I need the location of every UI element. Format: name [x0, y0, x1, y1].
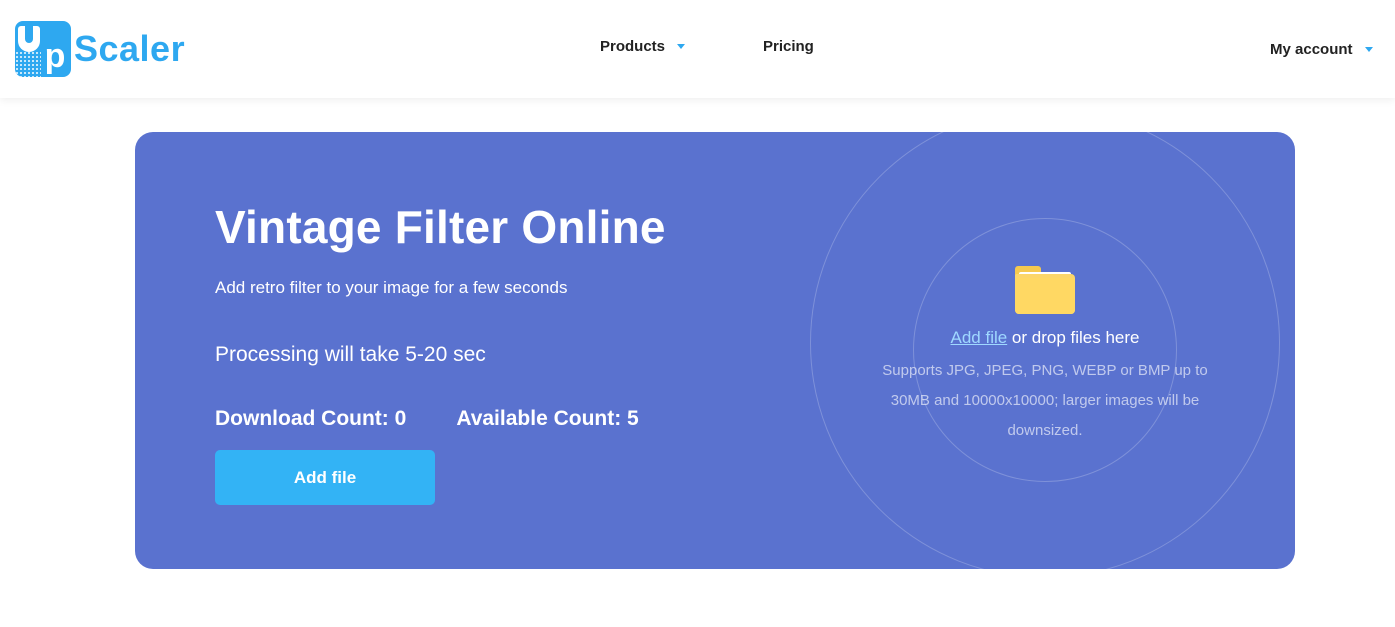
drop-files-text: or drop files here — [1007, 328, 1140, 347]
page-subtitle: Add retro filter to your image for a few… — [215, 278, 568, 297]
add-file-button[interactable]: Add file — [215, 450, 435, 505]
logo-wordmark: Scaler — [74, 28, 186, 69]
nav-pricing-link[interactable]: Pricing — [763, 38, 814, 55]
my-account-label: My account — [1270, 41, 1353, 58]
upscaler-logo[interactable]: p Scaler — [15, 21, 185, 77]
nav-products-menu[interactable]: Products — [600, 38, 686, 55]
available-count: Available Count: 5 — [456, 407, 639, 430]
hero-card: Vintage Filter Online Add retro filter t… — [135, 132, 1295, 569]
drop-instruction: Add file or drop files here — [865, 328, 1225, 348]
file-drop-zone[interactable]: Add file or drop files here Supports JPG… — [865, 266, 1225, 446]
add-file-link[interactable]: Add file — [951, 328, 1008, 347]
site-header: p Scaler Products Pricing My account — [0, 0, 1395, 98]
supported-formats-hint: Supports JPG, JPEG, PNG, WEBP or BMP up … — [882, 362, 1208, 439]
nav-products-label: Products — [600, 38, 666, 55]
chevron-down-icon — [677, 44, 686, 49]
page-title: Vintage Filter Online — [215, 201, 666, 253]
logo-badge-icon: p — [15, 21, 71, 77]
processing-time-text: Processing will take 5-20 sec — [215, 343, 486, 366]
nav-pricing-label: Pricing — [763, 38, 814, 55]
chevron-down-icon — [1364, 47, 1373, 52]
folder-icon — [1015, 266, 1075, 314]
download-count: Download Count: 0 — [215, 407, 407, 430]
usage-counts: Download Count: 0 Available Count: 5 — [215, 407, 689, 431]
my-account-menu[interactable]: My account — [1270, 41, 1373, 58]
